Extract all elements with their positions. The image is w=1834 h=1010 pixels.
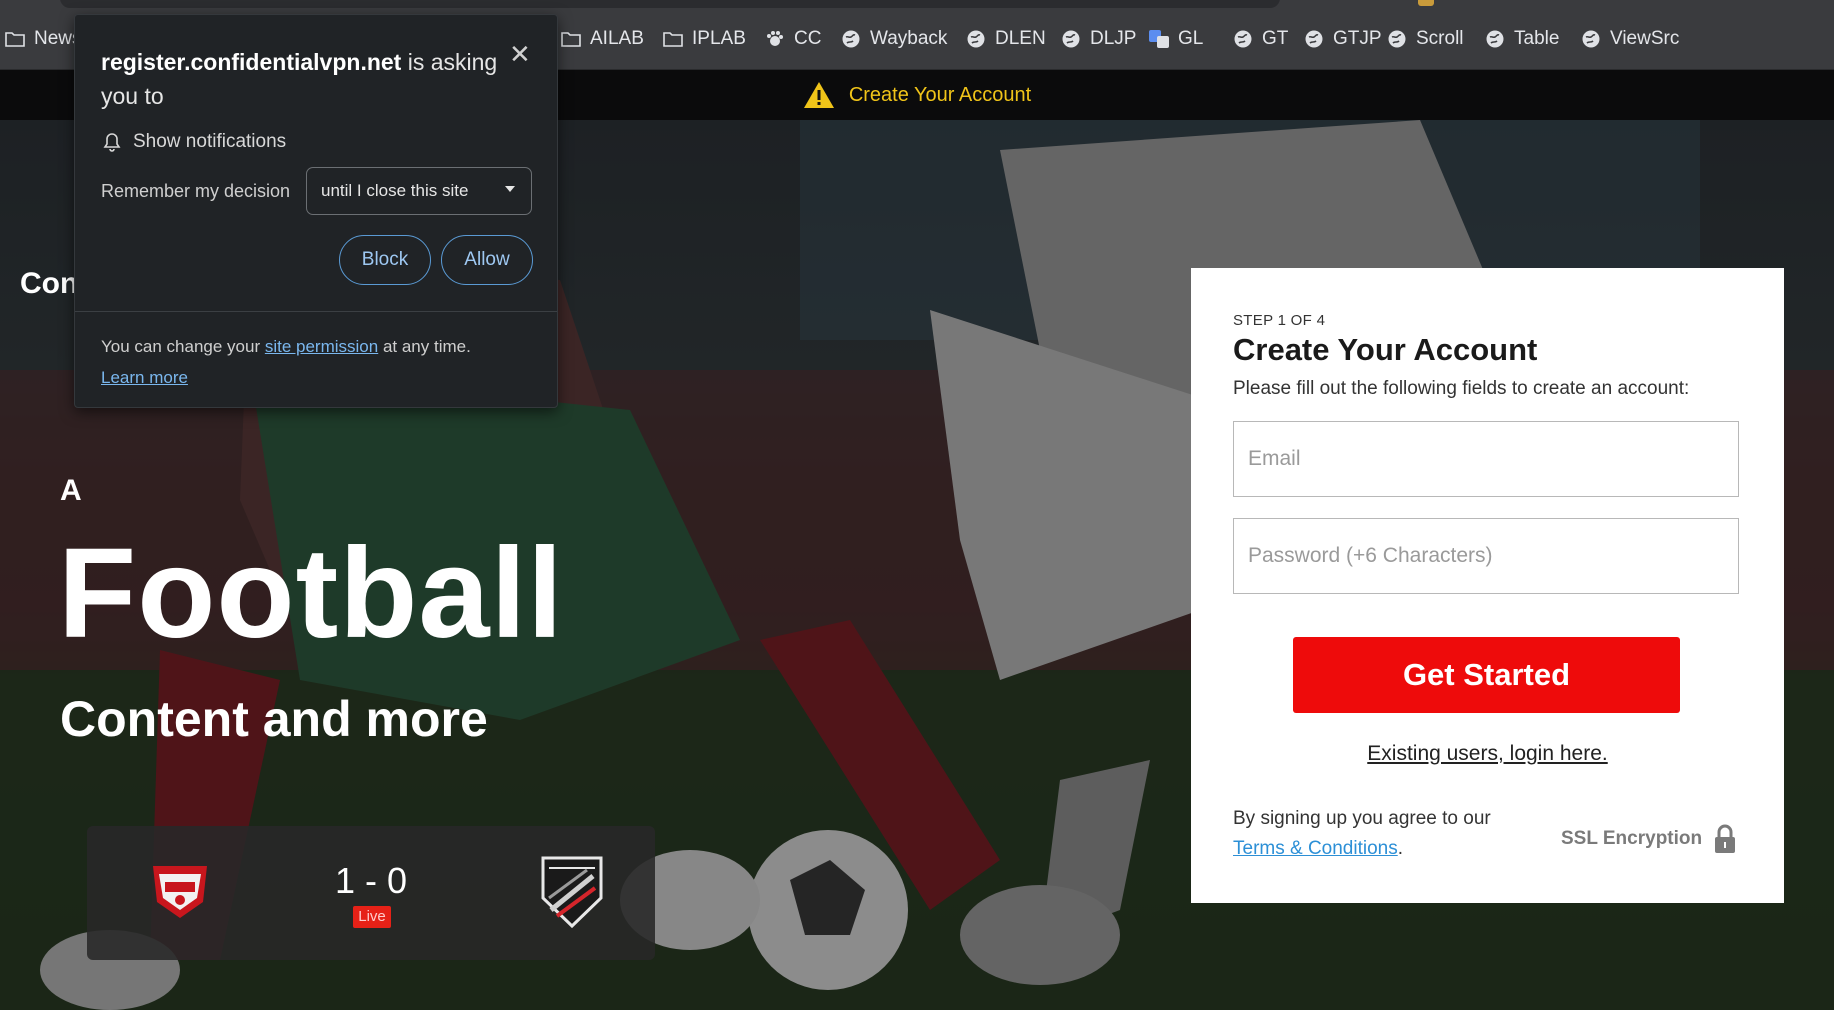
paw-icon — [764, 28, 786, 50]
email-field[interactable] — [1233, 421, 1739, 497]
live-badge: Live — [353, 906, 391, 928]
bookmark-gl[interactable]: GL — [1148, 26, 1203, 52]
bookmark-news[interactable]: News — [4, 26, 82, 52]
close-icon[interactable]: ✕ — [509, 39, 531, 70]
lock-icon — [1715, 824, 1736, 853]
hero-title: Football — [58, 522, 564, 665]
permission-item: Show notifications — [103, 131, 286, 153]
bookmark-label: ViewSrc — [1610, 28, 1680, 49]
signup-card: STEP 1 OF 4 Create Your Account Please f… — [1191, 268, 1784, 903]
bell-icon — [103, 133, 121, 152]
block-button[interactable]: Block — [339, 235, 431, 285]
globe-icon — [1484, 28, 1506, 50]
bookmark-dlen[interactable]: DLEN — [965, 26, 1046, 52]
globe-icon — [1232, 28, 1254, 50]
terms-link[interactable]: Terms & Conditions — [1233, 838, 1398, 859]
remember-duration-value: until I close this site — [321, 181, 469, 200]
globe-icon — [1060, 28, 1082, 50]
bookmark-label: GL — [1178, 28, 1204, 49]
bookmark-label: IPLAB — [692, 28, 746, 49]
bookmark-table[interactable]: Table — [1484, 26, 1559, 52]
permission-title: register.confidentialvpn.net is asking y… — [101, 45, 501, 113]
globe-icon — [1580, 28, 1602, 50]
learn-more-link[interactable]: Learn more — [101, 368, 188, 387]
away-team-crest-icon — [541, 856, 603, 929]
terms-suffix: . — [1397, 838, 1404, 859]
chevron-down-icon — [505, 186, 515, 192]
globe-icon — [1386, 28, 1408, 50]
globe-icon — [965, 28, 987, 50]
footer-prefix: You can change your — [101, 337, 261, 356]
globe-icon — [840, 28, 862, 50]
bookmark-label: Table — [1514, 28, 1560, 49]
remember-label: Remember my decision — [101, 181, 291, 201]
step-indicator: STEP 1 OF 4 — [1233, 312, 1326, 329]
terms-notice: By signing up you agree to our Terms & C… — [1233, 804, 1533, 864]
hero-subtitle: Content and more — [60, 691, 488, 747]
ssl-badge: SSL Encryption — [1561, 824, 1736, 854]
bookmark-cc[interactable]: CC — [764, 26, 821, 52]
bookmark-ailab[interactable]: AILAB — [560, 26, 644, 52]
folder-icon — [4, 28, 26, 50]
extension-icon[interactable] — [1418, 0, 1434, 6]
bookmark-label: AILAB — [590, 28, 644, 49]
allow-button[interactable]: Allow — [441, 235, 533, 285]
folder-icon — [560, 28, 582, 50]
hero-kicker: A — [60, 474, 82, 507]
permission-footer: You can change your site permission at a… — [101, 331, 471, 393]
bookmark-iplab[interactable]: IPLAB — [662, 26, 746, 52]
get-started-button[interactable]: Get Started — [1293, 637, 1680, 713]
password-field[interactable] — [1233, 518, 1739, 594]
banner-text: Create Your Account — [848, 83, 1032, 106]
bookmark-label: CC — [794, 28, 822, 49]
notification-permission-dialog: register.confidentialvpn.net is asking y… — [74, 14, 558, 408]
footer-suffix: at any time. — [382, 337, 471, 356]
bookmark-wayback[interactable]: Wayback — [840, 26, 947, 52]
bookmark-label: Scroll — [1416, 28, 1464, 49]
address-bar-edge[interactable] — [60, 0, 1280, 8]
bookmark-dljp[interactable]: DLJP — [1060, 26, 1136, 52]
bookmark-viewsrc[interactable]: ViewSrc — [1580, 26, 1679, 52]
existing-users-login-link[interactable]: Existing users, login here. — [1191, 742, 1784, 766]
signup-title: Create Your Account — [1233, 332, 1538, 367]
bookmark-gt[interactable]: GT — [1232, 26, 1288, 52]
warning-icon — [803, 82, 834, 108]
bookmark-gtjp[interactable]: GTJP — [1303, 26, 1382, 52]
bookmark-label: DLEN — [995, 28, 1046, 49]
site-logo-text[interactable]: Con — [20, 267, 78, 301]
signup-description: Please fill out the following fields to … — [1233, 378, 1690, 399]
divider — [75, 311, 557, 312]
scoreboard: 1 - 0 Live — [87, 826, 655, 960]
bookmark-scroll[interactable]: Scroll — [1386, 26, 1464, 52]
bookmark-label: DLJP — [1090, 28, 1137, 49]
terms-prefix: By signing up you agree to our — [1233, 808, 1491, 829]
permission-label: Show notifications — [133, 131, 287, 152]
site-permission-link[interactable]: site permission — [265, 337, 378, 356]
bookmark-label: GT — [1262, 28, 1289, 49]
permission-site: register.confidentialvpn.net — [101, 49, 402, 75]
bookmark-label: GTJP — [1333, 28, 1382, 49]
remember-duration-select[interactable]: until I close this site — [306, 167, 532, 215]
translate-icon — [1148, 28, 1170, 50]
globe-icon — [1303, 28, 1325, 50]
folder-icon — [662, 28, 684, 50]
bookmark-label: Wayback — [870, 28, 948, 49]
ssl-label: SSL Encryption — [1561, 828, 1703, 849]
